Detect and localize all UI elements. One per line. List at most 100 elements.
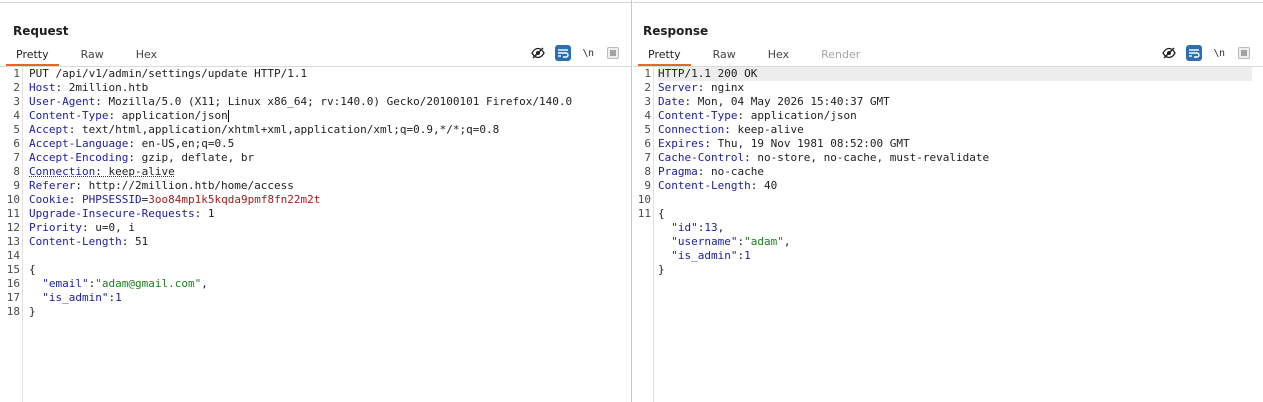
header-value: application/json: [744, 109, 857, 122]
header-value: Mon, 04 May 2026 15:40:37 GMT: [691, 95, 890, 108]
line-number: 15: [6, 263, 20, 276]
response-tab-hex[interactable]: Hex: [758, 45, 799, 66]
line-number: 2: [644, 81, 651, 94]
request-tabs: Pretty Raw Hex: [6, 45, 179, 66]
header-content-type: Content-Type: application/json: [658, 109, 857, 122]
status-line: HTTP/1.1 200 OK: [658, 67, 1252, 81]
response-line-numbers: 1 2 3 4 5 6 7 8 9 10 11: [633, 67, 654, 402]
header-value: application/json: [115, 109, 228, 122]
header-value: nginx: [704, 81, 745, 94]
eye-slash-icon[interactable]: [530, 45, 546, 61]
line-number: 1: [13, 67, 20, 80]
json-string: "adam": [744, 235, 784, 248]
request-line-numbers: 1 2 3 4 5 6 7 8 9 10 11 12 13 14 15 16 1…: [0, 67, 23, 402]
line-number: 1: [644, 67, 651, 80]
header-connection: Connection: keep-alive: [29, 165, 175, 178]
hamburger-menu-icon[interactable]: [605, 45, 621, 61]
json-number: 1: [744, 249, 751, 262]
header-value: Thu, 19 Nov 1981 08:52:00 GMT: [710, 137, 910, 150]
cookie-value: 3oo84mp1k5kqda9pmf8fn22m2t: [148, 193, 321, 206]
header-key: Connection: [658, 123, 725, 136]
header-key: Content-Length: [29, 235, 122, 248]
response-tab-raw[interactable]: Raw: [703, 45, 746, 66]
line-number: 11: [6, 207, 20, 220]
request-toolbar: \n: [530, 45, 621, 61]
wrap-lines-icon[interactable]: [555, 45, 571, 61]
json-is-admin: "is_admin":1: [671, 249, 751, 262]
response-code[interactable]: HTTP/1.1 200 OK Server: nginx Date: Mon,…: [658, 67, 1252, 277]
json-brace-close: }: [29, 305, 36, 318]
line-number: 8: [13, 165, 20, 178]
header-value: keep-alive: [730, 123, 804, 136]
line-number: 8: [644, 165, 651, 178]
response-tabs: Pretty Raw Hex Render: [638, 45, 882, 66]
request-editor[interactable]: 1 2 3 4 5 6 7 8 9 10 11 12 13 14 15 16 1…: [0, 67, 631, 402]
newline-toggle-button[interactable]: \n: [580, 45, 596, 61]
json-key: "is_admin": [671, 249, 738, 262]
header-upgrade-insecure-requests: Upgrade-Insecure-Requests: 1: [29, 207, 215, 220]
header-date: Date: Mon, 04 May 2026 15:40:37 GMT: [658, 95, 890, 108]
request-line: PUT /api/v1/admin/settings/update HTTP/1…: [29, 67, 308, 80]
json-key: "is_admin": [42, 291, 109, 304]
header-pragma: Pragma: no-cache: [658, 165, 764, 178]
line-number: 3: [13, 95, 20, 108]
header-value: u=0, i: [88, 221, 135, 234]
json-is-admin: "is_admin":1: [42, 291, 122, 304]
wrap-lines-icon[interactable]: [1186, 45, 1202, 61]
request-tab-hex[interactable]: Hex: [126, 45, 167, 66]
header-accept-encoding: Accept-Encoding: gzip, deflate, br: [29, 151, 255, 164]
response-tab-pretty[interactable]: Pretty: [638, 45, 691, 66]
json-brace-open: {: [29, 263, 36, 276]
header-value: 2million.htb: [62, 81, 149, 94]
header-value: 40: [757, 179, 778, 192]
header-value: 51: [128, 235, 149, 248]
request-code[interactable]: PUT /api/v1/admin/settings/update HTTP/1…: [29, 67, 621, 319]
line-number: 9: [644, 179, 651, 192]
line-number: 16: [6, 277, 20, 290]
header-key: Cache-Control: [658, 151, 745, 164]
header-value: keep-alive: [101, 165, 175, 178]
line-number: 3: [644, 95, 651, 108]
line-number: 2: [13, 81, 20, 94]
json-brace-close: }: [658, 263, 665, 276]
newline-toggle-label: \n: [1213, 47, 1225, 59]
header-referer: Referer: http://2million.htb/home/access: [29, 179, 294, 192]
header-content-type: Content-Type: application/json: [29, 109, 229, 122]
json-number: 1: [115, 291, 122, 304]
header-accept-language: Accept-Language: en-US,en;q=0.5: [29, 137, 235, 150]
json-username: "username":"adam",: [671, 235, 791, 248]
request-tab-pretty[interactable]: Pretty: [6, 45, 59, 66]
header-value: gzip, deflate, br: [134, 151, 255, 164]
line-number: 5: [644, 123, 651, 136]
line-number: 6: [13, 137, 20, 150]
header-connection: Connection: keep-alive: [658, 123, 804, 136]
header-content-length: Content-Length: 51: [29, 235, 149, 248]
json-brace-open: {: [658, 207, 665, 220]
line-number: 14: [6, 249, 20, 262]
header-value: en-US,en;q=0.5: [134, 137, 235, 150]
response-toolbar: \n: [1161, 45, 1252, 61]
eye-slash-icon[interactable]: [1161, 45, 1177, 61]
json-key: "email": [42, 277, 89, 290]
header-key: Connection: [29, 165, 96, 178]
line-number: 12: [6, 221, 20, 234]
newline-toggle-button[interactable]: \n: [1211, 45, 1227, 61]
header-host: Host: 2million.htb: [29, 81, 149, 94]
line-number: 7: [644, 151, 651, 164]
hamburger-menu-icon[interactable]: [1236, 45, 1252, 61]
header-key: Host: [29, 81, 56, 94]
header-value: Mozilla/5.0 (X11; Linux x86_64; rv:140.0…: [101, 95, 573, 108]
line-number: 6: [644, 137, 651, 150]
json-string: "adam@gmail.com": [95, 277, 202, 290]
response-editor[interactable]: 1 2 3 4 5 6 7 8 9 10 11 HTTP/1.1 200 OK …: [633, 67, 1263, 402]
header-key: Content-Length: [658, 179, 751, 192]
header-expires: Expires: Thu, 19 Nov 1981 08:52:00 GMT: [658, 137, 910, 150]
request-tab-raw[interactable]: Raw: [71, 45, 114, 66]
text-caret: [227, 110, 229, 122]
request-title: Request: [13, 24, 69, 38]
response-tab-render[interactable]: Render: [811, 45, 870, 66]
header-value: text/html,application/xhtml+xml,applicat…: [75, 123, 500, 136]
header-key: Content-Type: [658, 109, 738, 122]
header-key: Referer: [29, 179, 76, 192]
